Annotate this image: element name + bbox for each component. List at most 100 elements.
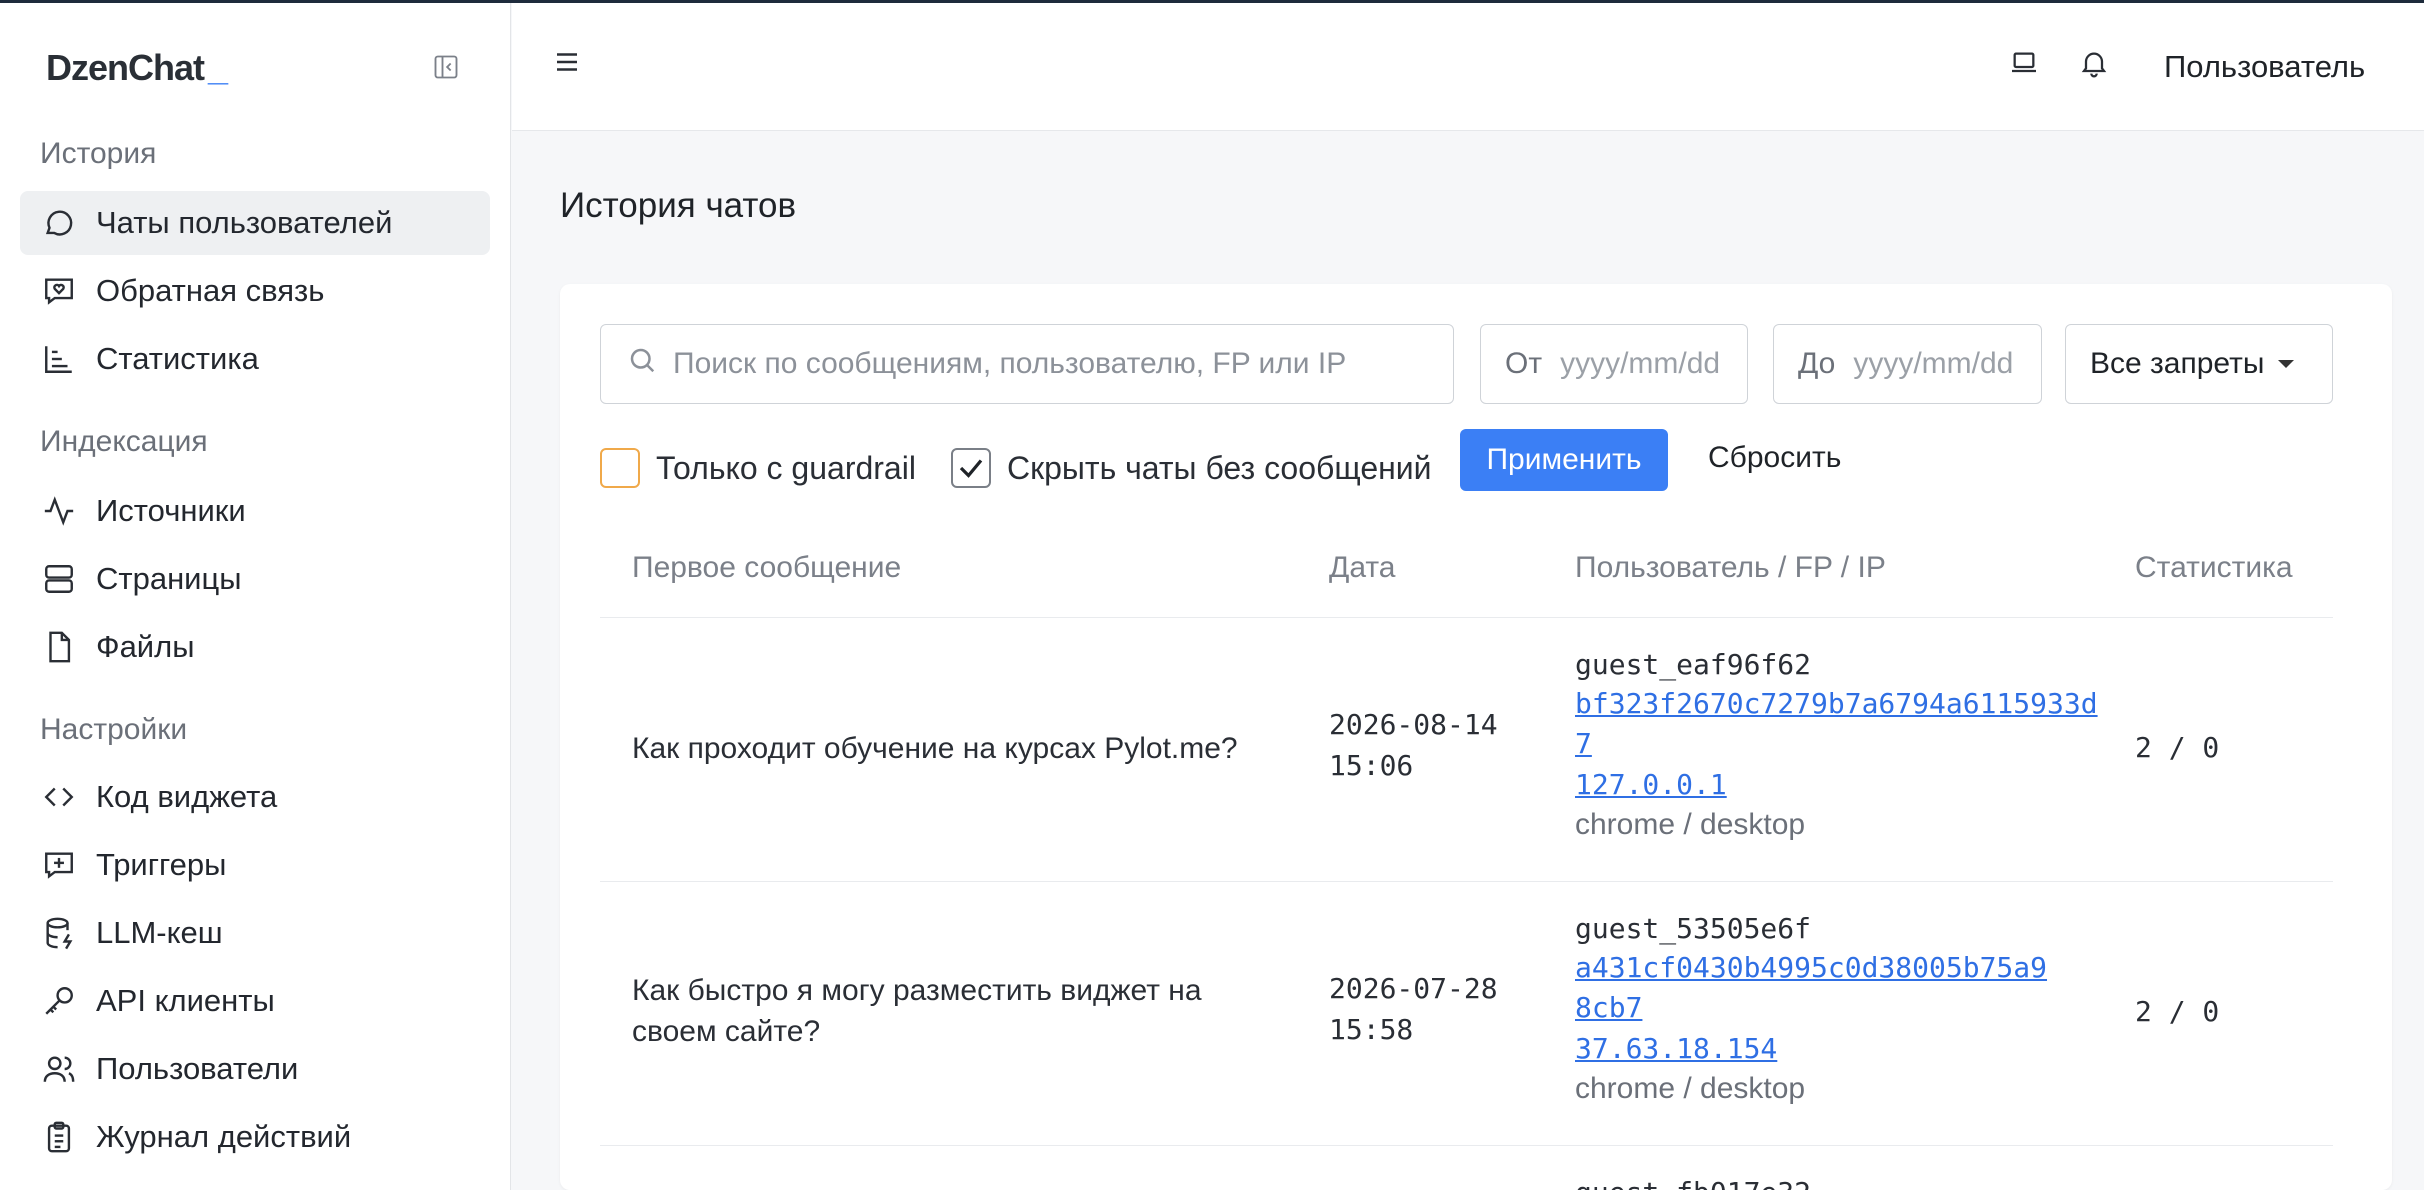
only-guardrail-label: Только с guardrail <box>656 449 916 486</box>
sidebar-item-label: Код виджета <box>96 779 278 814</box>
sidebar-item-label: Чаты пользователей <box>96 205 393 240</box>
database-icon <box>42 916 76 950</box>
sidebar-item-label: Триггеры <box>96 847 227 882</box>
sidebar-item-label: Страницы <box>96 561 242 596</box>
row-first-message: Как быстро я могу разместить виджет на с… <box>632 970 1202 1052</box>
activity-icon <box>42 494 76 528</box>
row-date-time: 15:58 <box>1329 1013 1414 1046</box>
row-fingerprint-link[interactable]: a431cf0430b4995c0d38005b75a9 8cb7 <box>1575 948 2047 1028</box>
checkbox-checked[interactable] <box>951 448 991 488</box>
brand-logo[interactable]: DzenChat _ <box>46 47 228 89</box>
row-ip-link[interactable]: 127.0.0.1 <box>1575 764 1727 805</box>
date-to-placeholder: yyyy/mm/dd <box>1853 347 2014 380</box>
date-to-field[interactable]: До yyyy/mm/dd <box>1773 324 2042 404</box>
brand-name: DzenChat <box>46 47 205 88</box>
hide-empty-label: Скрыть чаты без сообщений <box>1007 449 1432 486</box>
date-from-placeholder: yyyy/mm/dd <box>1560 347 1721 380</box>
column-header-stats[interactable]: Статистика <box>2135 551 2293 585</box>
sidebar-item-label: Журнал действий <box>96 1119 352 1154</box>
sidebar-item-user-chats[interactable]: Чаты пользователей <box>20 191 490 255</box>
clipboard-icon <box>42 1120 76 1154</box>
sidebar-item-label: Обратная связь <box>96 273 325 308</box>
apply-button[interactable]: Применить <box>1460 429 1668 491</box>
sidebar-item-pages[interactable]: Страницы <box>20 547 490 611</box>
table-header-divider <box>600 617 2333 618</box>
sidebar-item-feedback[interactable]: Обратная связь <box>20 259 490 323</box>
user-menu[interactable]: Пользователь <box>2164 49 2365 85</box>
row-stats: 2 / 0 <box>2135 995 2220 1028</box>
menu-icon[interactable] <box>552 47 582 77</box>
message-line: своем сайте? <box>632 1015 821 1048</box>
users-icon <box>42 1052 76 1086</box>
row-ip-link[interactable]: 37.63.18.154 <box>1575 1028 1777 1069</box>
date-from-label: От <box>1505 347 1543 380</box>
row-client: chrome / desktop <box>1575 808 1806 841</box>
sidebar-item-activity-log[interactable]: Журнал действий <box>20 1105 490 1169</box>
sidebar-item-label: LLM-кеш <box>96 915 223 950</box>
fingerprint-part: a431cf0430b4995c0d38005b75a9 <box>1575 951 2048 984</box>
sidebar-item-statistics[interactable]: Статистика <box>20 327 490 391</box>
server-icon <box>42 562 76 596</box>
code-icon <box>42 780 76 814</box>
search-icon <box>627 345 657 383</box>
date-to-label: До <box>1798 347 1836 380</box>
sidebar-item-files[interactable]: Файлы <box>20 615 490 679</box>
reset-button[interactable]: Сбросить <box>1708 441 1841 475</box>
sidebar-item-llm-cache[interactable]: LLM-кеш <box>20 901 490 965</box>
row-user: guest_53505e6f <box>1575 912 1812 945</box>
sidebar-item-label: Источники <box>96 493 246 528</box>
row-date: 2026-08-14 15:06 <box>1329 704 1498 786</box>
sidebar-item-label: Статистика <box>96 341 259 376</box>
section-title-history: История <box>40 137 157 170</box>
chat-history-card: Поиск по сообщениям, пользователю, FP ил… <box>560 284 2392 1190</box>
sidebar-item-users[interactable]: Пользователи <box>20 1037 490 1101</box>
fingerprint-part: 8cb7 <box>1575 991 1643 1024</box>
sidebar-collapse-icon[interactable] <box>432 53 460 81</box>
sidebar-item-triggers[interactable]: Триггеры <box>20 833 490 897</box>
checkbox-unchecked[interactable] <box>600 448 640 488</box>
row-divider <box>600 881 2333 882</box>
row-date: 2026-07-28 15:58 <box>1329 968 1498 1050</box>
row-date-day: 2026-08-14 <box>1329 708 1498 741</box>
laptop-icon[interactable] <box>2008 47 2040 79</box>
brand-cursor: _ <box>208 47 228 88</box>
fingerprint-part: bf323f2670c7279b7a6794a6115933d <box>1575 687 2098 720</box>
date-from-field[interactable]: От yyyy/mm/dd <box>1480 324 1748 404</box>
row-user: guest_eaf96f62 <box>1575 648 1812 681</box>
message-plus-icon <box>42 848 76 882</box>
column-header-date[interactable]: Дата <box>1329 551 1395 585</box>
sidebar-item-api-clients[interactable]: API клиенты <box>20 969 490 1033</box>
bell-icon[interactable] <box>2078 47 2110 79</box>
feedback-icon <box>42 274 76 308</box>
row-first-message: Как проходит обучение на курсах Pylot.me… <box>632 732 1238 765</box>
sidebar-item-sources[interactable]: Источники <box>20 479 490 543</box>
column-header-user[interactable]: Пользователь / FP / IP <box>1575 551 1886 585</box>
chat-bubble-icon <box>42 206 76 240</box>
row-divider <box>600 1145 2333 1146</box>
sidebar-item-label: Файлы <box>96 629 195 664</box>
file-icon <box>42 630 76 664</box>
hide-empty-checkbox[interactable]: Скрыть чаты без сообщений <box>951 436 1432 500</box>
fingerprint-part: 7 <box>1575 727 1592 760</box>
sidebar: DzenChat _ История Чаты пользователей Обр… <box>0 3 511 1190</box>
row-user: guest_fb017e32 <box>1575 1172 1811 1190</box>
search-input[interactable]: Поиск по сообщениям, пользователю, FP ил… <box>600 324 1454 404</box>
message-line: Как быстро я могу разместить виджет на <box>632 974 1202 1007</box>
ban-filter-value: Все запреты <box>2090 347 2265 380</box>
section-title-settings: Настройки <box>40 713 188 746</box>
bar-chart-icon <box>42 342 76 376</box>
column-header-first-message[interactable]: Первое сообщение <box>632 551 901 585</box>
sidebar-item-label: Пользователи <box>96 1051 299 1086</box>
only-guardrail-checkbox[interactable]: Только с guardrail <box>600 436 916 500</box>
checkmark-icon <box>959 459 983 478</box>
row-date-time: 15:06 <box>1329 749 1414 782</box>
ban-filter-select[interactable]: Все запреты <box>2065 324 2333 404</box>
top-header: Пользователь <box>512 3 2424 131</box>
row-client: chrome / desktop <box>1575 1072 1806 1105</box>
chevron-down-icon <box>2278 360 2295 368</box>
row-fingerprint-link[interactable]: bf323f2670c7279b7a6794a6115933d 7 <box>1575 684 2098 764</box>
search-placeholder: Поиск по сообщениям, пользователю, FP ил… <box>673 347 1347 380</box>
sidebar-item-widget-code[interactable]: Код виджета <box>20 765 490 829</box>
sidebar-item-label: API клиенты <box>96 983 275 1018</box>
row-date-day: 2026-07-28 <box>1329 972 1498 1005</box>
